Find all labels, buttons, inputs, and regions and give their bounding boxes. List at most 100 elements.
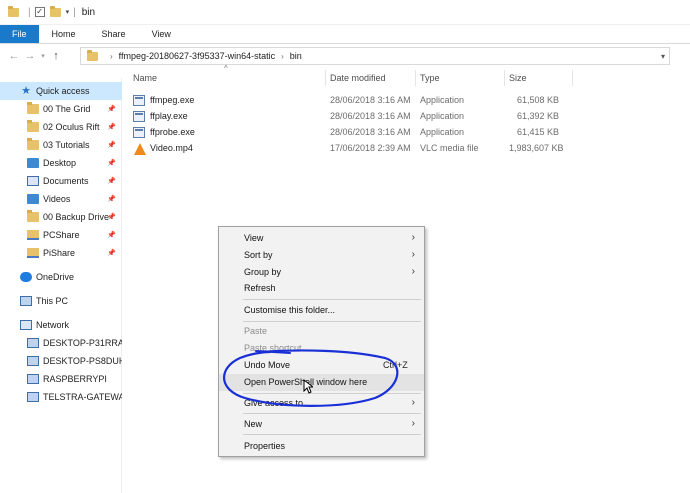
menu-item-customise-folder[interactable]: Customise this folder... [219, 302, 424, 319]
vlc-icon [134, 143, 146, 155]
file-type: Application [420, 127, 465, 137]
share-icon [27, 248, 39, 258]
sidebar-item-03-tutorials[interactable]: 03 Tutorials 📌 [0, 136, 122, 154]
address-bar[interactable]: › ffmpeg-20180627-3f95337-win64-static ›… [80, 47, 670, 65]
tab-view[interactable]: View [139, 25, 184, 43]
sidebar-item-label: Network [36, 320, 70, 330]
sidebar-item-desktop[interactable]: Desktop 📌 [0, 154, 122, 172]
toolbar-separator: | [28, 6, 31, 18]
pin-icon[interactable]: 📌 [107, 159, 116, 167]
sidebar-item-videos[interactable]: Videos 📌 [0, 190, 122, 208]
menu-item-new[interactable]: New › [219, 416, 424, 433]
menu-separator [243, 299, 421, 300]
pin-icon[interactable]: 📌 [107, 177, 116, 185]
menu-item-view[interactable]: View › [219, 230, 424, 247]
sidebar-item-label: Desktop [43, 158, 77, 168]
chevron-right-icon: › [411, 397, 415, 408]
properties-icon[interactable]: ✓ [34, 7, 45, 17]
back-arrow-icon[interactable]: ← [6, 50, 22, 62]
sidebar-item-label: TELSTRA-GATEWAY [43, 392, 122, 402]
toolbar-separator: | [73, 6, 76, 18]
exe-icon [133, 95, 145, 106]
sidebar-item-this-pc[interactable]: This PC [0, 292, 122, 310]
table-row[interactable]: ffmpeg.exe 28/06/2018 3:16 AM Applicatio… [133, 93, 573, 109]
sidebar-item-label: OneDrive [36, 272, 75, 282]
pin-icon[interactable]: 📌 [107, 231, 116, 239]
folder-icon [87, 49, 98, 61]
sidebar-item-label: Quick access [36, 86, 90, 96]
sidebar-item-label: 00 The Grid [43, 104, 91, 114]
up-arrow-icon[interactable]: ↑ [48, 50, 64, 62]
sidebar-item-label: Videos [43, 194, 71, 204]
pin-icon[interactable]: 📌 [107, 141, 116, 149]
sidebar-item-desktop-ps8duh0[interactable]: DESKTOP-PS8DUH0 [0, 352, 122, 370]
sidebar-item-label: 02 Oculus Rift [43, 122, 100, 132]
computer-icon [27, 356, 39, 366]
menu-item-undo-move[interactable]: Undo Move Ctrl+Z [219, 357, 424, 374]
pin-icon[interactable]: 📌 [107, 123, 116, 131]
chevron-down-icon[interactable]: ▾ [661, 52, 665, 61]
menu-item-group-by[interactable]: Group by › [219, 264, 424, 281]
tab-file[interactable]: File [0, 25, 39, 43]
sidebar-item-desktop-p31rra0[interactable]: DESKTOP-P31RRA0 [0, 334, 122, 352]
customize-toolbar-icon[interactable]: ▾ [66, 8, 70, 16]
sidebar-item-00-the-grid[interactable]: 00 The Grid 📌 [0, 100, 122, 118]
sidebar-item-label: This PC [36, 296, 69, 306]
menu-item-paste-shortcut[interactable]: Paste shortcut [219, 340, 424, 357]
address-row: ← → ▾ ↑ › ffmpeg-20180627-3f95337-win64-… [0, 44, 690, 68]
file-size: 61,415 KB [516, 127, 559, 137]
table-row[interactable]: ffplay.exe 28/06/2018 3:16 AM Applicatio… [133, 109, 573, 125]
menu-item-properties[interactable]: Properties [219, 438, 424, 455]
menu-item-sort-by[interactable]: Sort by › [219, 247, 424, 264]
breadcrumb-ffmpeg[interactable]: ffmpeg-20180627-3f95337-win64-static [119, 51, 275, 61]
videos-icon [27, 194, 39, 204]
pin-icon[interactable]: 📌 [107, 195, 116, 203]
column-header-type[interactable]: Type [420, 68, 440, 88]
column-divider[interactable] [504, 70, 505, 86]
sidebar-item-raspberrypi[interactable]: RASPBERRYPI [0, 370, 122, 388]
menu-item-paste[interactable]: Paste [219, 323, 424, 340]
sidebar-item-label: PiShare [43, 248, 76, 258]
new-folder-icon[interactable] [49, 5, 61, 17]
file-size: 61,392 KB [516, 111, 559, 121]
sidebar-item-documents[interactable]: Documents 📌 [0, 172, 122, 190]
table-row[interactable]: ffprobe.exe 28/06/2018 3:16 AM Applicati… [133, 125, 573, 141]
column-divider[interactable] [572, 70, 573, 86]
context-menu: View › Sort by › Group by › Refresh Cust… [218, 226, 425, 457]
file-name: Video.mp4 [150, 143, 193, 153]
recent-locations-icon[interactable]: ▾ [38, 52, 48, 60]
sidebar-item-quick-access[interactable]: ★ Quick access [0, 82, 122, 100]
chevron-right-icon: › [411, 418, 415, 429]
table-row[interactable]: Video.mp4 17/06/2018 2:39 AM VLC media f… [133, 141, 573, 157]
sidebar-item-onedrive[interactable]: OneDrive [0, 268, 122, 286]
pin-icon[interactable]: 📌 [107, 213, 116, 221]
forward-arrow-icon[interactable]: → [22, 50, 38, 62]
column-header-name[interactable]: Name [133, 68, 157, 88]
tab-share[interactable]: Share [89, 25, 139, 43]
sidebar-item-02-oculus-rift[interactable]: 02 Oculus Rift 📌 [0, 118, 122, 136]
column-divider[interactable] [415, 70, 416, 86]
tab-home[interactable]: Home [39, 25, 89, 43]
menu-item-open-powershell[interactable]: Open PowerShell window here [219, 374, 424, 391]
chevron-right-icon[interactable]: › [110, 52, 113, 61]
column-header-date[interactable]: Date modified [330, 68, 386, 88]
file-type: VLC media file [420, 143, 479, 153]
chevron-right-icon[interactable]: › [281, 52, 284, 61]
menu-item-refresh[interactable]: Refresh [219, 280, 424, 297]
pin-icon[interactable]: 📌 [107, 105, 116, 113]
sidebar-item-00-backup-drive[interactable]: 00 Backup Drive 📌 [0, 208, 122, 226]
sidebar-item-network[interactable]: Network [0, 316, 122, 334]
cloud-icon [20, 272, 32, 282]
pin-icon[interactable]: 📌 [107, 249, 116, 257]
folder-icon [27, 120, 39, 132]
column-header-size[interactable]: Size [509, 68, 527, 88]
breadcrumb-bin[interactable]: bin [290, 51, 302, 61]
sidebar-item-pishare[interactable]: PiShare 📌 [0, 244, 122, 262]
folder-icon[interactable] [8, 5, 19, 17]
column-divider[interactable] [325, 70, 326, 86]
menu-item-give-access-to[interactable]: Give access to › [219, 395, 424, 412]
exe-icon [133, 111, 145, 122]
window-title: bin [81, 6, 96, 18]
sidebar-item-pcshare[interactable]: PCShare 📌 [0, 226, 122, 244]
sidebar-item-telstra-gateway[interactable]: TELSTRA-GATEWAY [0, 388, 122, 406]
